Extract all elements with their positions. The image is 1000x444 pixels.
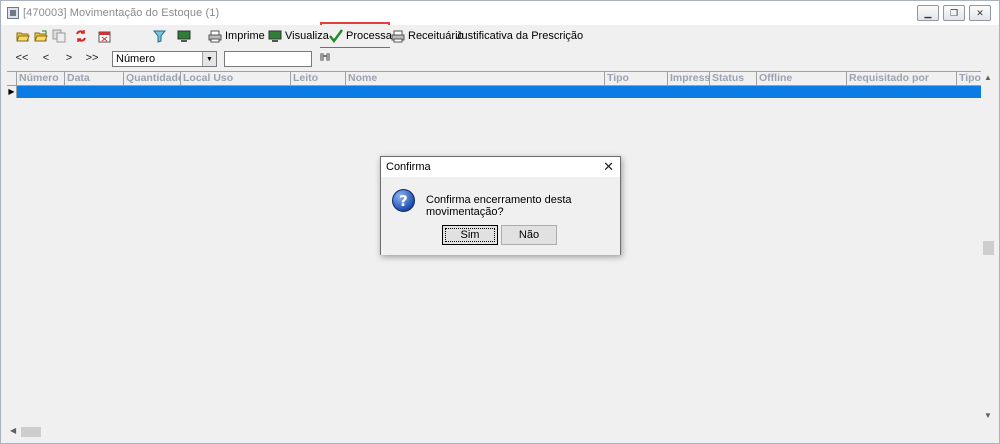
col-requisitado-por[interactable]: Requisitado por xyxy=(847,72,957,86)
dialog-message: Confirma encerramento desta movimentação… xyxy=(426,194,572,218)
vertical-scroll-thumb[interactable] xyxy=(983,241,994,255)
scroll-up-icon[interactable]: ▲ xyxy=(984,73,992,82)
search-field-select[interactable]: Número ▼ xyxy=(112,51,217,67)
processa-button[interactable]: Processa xyxy=(329,27,392,45)
justificativa-label: Justificativa da Prescrição xyxy=(456,30,584,42)
receituario-button[interactable]: Receituário xyxy=(391,27,464,45)
open-folder-icon[interactable] xyxy=(15,28,31,44)
col-offline[interactable]: Offline xyxy=(757,72,847,86)
dialog-title-bar: Confirma ✕ xyxy=(381,157,620,177)
refresh-icon[interactable] xyxy=(73,28,89,44)
indicator-header xyxy=(7,72,17,86)
filter-icon[interactable] xyxy=(151,28,167,44)
window-title: [470003] Movimentação do Estoque (1) xyxy=(23,7,220,19)
row-pointer-icon: ▶ xyxy=(7,86,17,98)
question-icon: ? xyxy=(392,189,415,212)
col-leito[interactable]: Leito xyxy=(291,72,346,86)
scroll-down-icon[interactable]: ▼ xyxy=(984,411,992,420)
confirm-dialog: Confirma ✕ ? Confirma encerramento desta… xyxy=(380,156,621,255)
col-nome[interactable]: Nome xyxy=(346,72,605,86)
open-folder-2-icon[interactable] xyxy=(33,28,49,44)
col-quantidade[interactable]: Quantidade xyxy=(124,72,181,86)
window-controls: ▁ ❐ ✕ xyxy=(917,5,991,21)
col-data[interactable]: Data xyxy=(65,72,124,86)
main-window: [470003] Movimentação do Estoque (1) ▁ ❐… xyxy=(0,0,1000,444)
window-icon xyxy=(7,7,19,19)
preview-monitor-icon xyxy=(268,29,282,43)
dialog-title: Confirma xyxy=(386,161,431,173)
restore-button[interactable]: ❐ xyxy=(943,5,965,21)
no-label: Não xyxy=(518,229,540,241)
next-record-button[interactable]: > xyxy=(62,52,76,64)
prev-record-button[interactable]: < xyxy=(39,52,53,64)
grid-header: Número Data Quantidade Local Uso Leito N… xyxy=(7,72,981,86)
horizontal-scroll-thumb[interactable] xyxy=(21,427,41,437)
vertical-scrollbar[interactable]: ▲ ▼ xyxy=(981,71,998,425)
visualiza-button[interactable]: Visualiza xyxy=(268,27,329,45)
receituario-printer-icon xyxy=(391,29,405,43)
search-field-value: Número xyxy=(116,53,156,65)
yes-button[interactable]: Sim xyxy=(442,225,498,245)
last-record-button[interactable]: >> xyxy=(85,52,99,64)
minimize-button[interactable]: ▁ xyxy=(917,5,939,21)
col-tipo-2[interactable]: Tipo xyxy=(957,72,981,86)
visualiza-label: Visualiza xyxy=(285,30,329,42)
imprime-button[interactable]: Imprime xyxy=(208,27,265,45)
title-bar: [470003] Movimentação do Estoque (1) ▁ ❐… xyxy=(1,1,999,25)
justificativa-button[interactable]: Justificativa da Prescrição xyxy=(456,27,583,45)
col-tipo[interactable]: Tipo xyxy=(605,72,668,86)
processa-label: Processa xyxy=(346,30,392,42)
printer-icon xyxy=(208,29,222,43)
copy-icon[interactable] xyxy=(51,28,67,44)
search-input[interactable] xyxy=(224,51,312,67)
close-icon[interactable]: ✕ xyxy=(603,160,614,173)
checkmark-icon xyxy=(329,29,343,43)
scroll-left-icon[interactable]: ◀ xyxy=(10,426,16,435)
monitor-icon[interactable] xyxy=(176,28,192,44)
first-record-button[interactable]: << xyxy=(15,52,29,64)
binoculars-icon[interactable] xyxy=(319,51,331,66)
main-toolbar: Imprime Visualiza Processa Receituário J… xyxy=(1,25,999,47)
close-window-button[interactable]: ✕ xyxy=(969,5,991,21)
col-numero[interactable]: Número xyxy=(17,72,65,86)
no-button[interactable]: Não xyxy=(501,225,557,245)
calendar-icon[interactable] xyxy=(96,28,112,44)
yes-label: Sim xyxy=(460,229,480,241)
horizontal-scrollbar[interactable]: ◀ xyxy=(7,425,981,439)
col-impressa[interactable]: Impressa xyxy=(668,72,710,86)
imprime-label: Imprime xyxy=(225,30,265,42)
col-local-uso[interactable]: Local Uso xyxy=(181,72,291,86)
chevron-down-icon[interactable]: ▼ xyxy=(202,52,216,66)
col-status[interactable]: Status xyxy=(710,72,757,86)
table-row[interactable] xyxy=(7,86,981,98)
